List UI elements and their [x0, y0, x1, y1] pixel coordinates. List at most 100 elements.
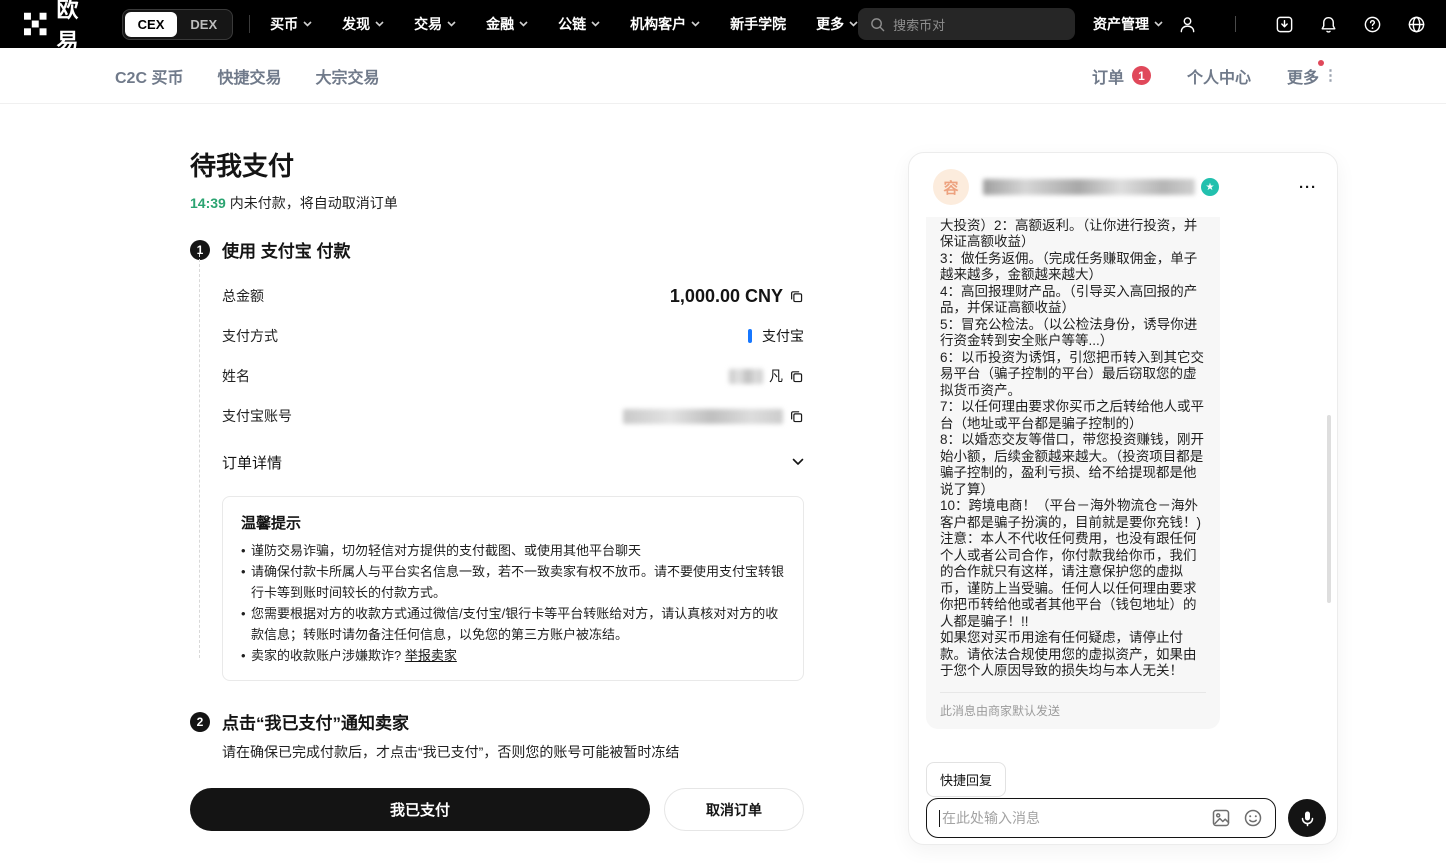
chevron-down-icon	[691, 21, 700, 27]
total-amount-label: 总金额	[222, 286, 264, 306]
total-amount-value: 1,000.00 CNY	[670, 286, 783, 307]
order-details-label: 订单详情	[222, 452, 282, 473]
step2-section: 2 点击“我已支付”通知卖家 请在确保已完成付款后，才点击“我已支付”，否则您的…	[190, 709, 804, 762]
chat-scrollbar[interactable]	[1327, 415, 1331, 603]
payment-method-row: 支付方式 支付宝	[222, 316, 804, 356]
copy-icon[interactable]	[789, 289, 804, 304]
nav-discover[interactable]: 发现	[342, 14, 384, 34]
chat-message-area[interactable]: 骗：1：兼职返佣。（先让你赚小钱，诱导加大投资）2：高额返利。（让你进行投资，并…	[909, 217, 1327, 763]
countdown-text: 14:39 内未付款，将自动取消订单	[190, 193, 804, 213]
nav-chain[interactable]: 公链	[558, 14, 600, 34]
c2c-tabs: C2C 买币 快捷交易 大宗交易	[115, 64, 380, 88]
chevron-down-icon	[792, 458, 804, 466]
help-icon[interactable]	[1362, 14, 1382, 34]
tab-express-trade[interactable]: 快捷交易	[217, 64, 281, 88]
quick-reply-button[interactable]: 快捷回复	[926, 762, 1006, 797]
toggle-dex[interactable]: DEX	[177, 12, 230, 37]
attach-image-icon[interactable]	[1211, 808, 1231, 828]
orders-count-badge: 1	[1132, 66, 1151, 85]
copy-icon[interactable]	[789, 369, 804, 384]
payee-name-masked	[729, 369, 763, 384]
chat-input-row: 在此处输入消息	[926, 798, 1326, 838]
alipay-account-row: 支付宝账号	[222, 396, 804, 436]
auto-message-note: 此消息由商家默认发送	[940, 693, 1206, 719]
topbar-icons	[1177, 14, 1426, 34]
nav-academy[interactable]: 新手学院	[730, 14, 786, 34]
language-globe-icon[interactable]	[1406, 14, 1426, 34]
warm-tip-item: 卖家的收款账户涉嫌欺诈? 举报卖家	[241, 645, 785, 666]
notification-dot	[1318, 60, 1324, 66]
nav-institutions[interactable]: 机构客户	[630, 14, 700, 34]
message-input[interactable]: 在此处输入消息	[926, 798, 1276, 838]
chevron-down-icon	[849, 21, 858, 27]
step2-title: 点击“我已支付”通知卖家	[222, 709, 409, 734]
primary-nav: 买币 发现 交易 金融 公链 机构客户 新手学院 更多	[270, 14, 858, 34]
i-have-paid-button[interactable]: 我已支付	[190, 788, 650, 831]
page-title: 待我支付	[190, 146, 804, 183]
chevron-down-icon	[1154, 21, 1163, 27]
chat-menu-button[interactable]: ···	[1299, 179, 1317, 196]
warm-tip-item: 请确保付款卡所属人与平台实名信息一致，若不一致卖家有权不放币。请不要使用支付宝转…	[241, 561, 785, 603]
step1-title: 使用 支付宝 付款	[222, 237, 350, 262]
step2-number: 2	[190, 712, 210, 732]
chat-header: 容 ★ ···	[909, 153, 1337, 215]
nav-buy-crypto[interactable]: 买币	[270, 14, 312, 34]
tab-block-trade[interactable]: 大宗交易	[315, 64, 379, 88]
merchant-message-text: 骗：1：兼职返佣。（先让你赚小钱，诱导加大投资）2：高额返利。（让你进行投资，并…	[940, 217, 1206, 680]
step-connector-line	[199, 254, 200, 658]
verified-badge-icon: ★	[1201, 178, 1219, 196]
voice-message-button[interactable]	[1288, 799, 1326, 837]
profile-icon[interactable]	[1177, 14, 1197, 34]
topbar-divider	[1235, 16, 1236, 32]
vertical-dots-icon: ⋮	[1323, 71, 1338, 81]
merchant-name-masked	[983, 179, 1195, 195]
order-details-toggle[interactable]: 订单详情	[222, 440, 804, 484]
payee-name-row: 姓名 凡	[222, 356, 804, 396]
chevron-down-icon	[375, 21, 384, 27]
step1-header: 1 使用 支付宝 付款	[190, 237, 804, 262]
report-question: 卖家的收款账户涉嫌欺诈?	[251, 648, 405, 663]
payment-detail-rows: 总金额 1,000.00 CNY 支付方式 支付宝 姓名 凡 支付宝账号	[222, 276, 804, 484]
payment-method-label: 支付方式	[222, 326, 278, 346]
warm-tip-item: 您需要根据对方的收款方式通过微信/支付宝/银行卡等平台转账给对方，请认真核对对方…	[241, 603, 785, 645]
action-buttons: 我已支付 取消订单	[190, 788, 804, 831]
chevron-down-icon	[519, 21, 528, 27]
nav-trade[interactable]: 交易	[414, 14, 456, 34]
nav-finance[interactable]: 金融	[486, 14, 528, 34]
alipay-account-masked	[623, 409, 783, 424]
top-navigation-bar: 欧易 CEX DEX 买币 发现 交易 金融 公链 机构客户 新手学院 更多 搜…	[0, 0, 1446, 48]
subnav-more-link[interactable]: 更多 ⋮	[1287, 64, 1338, 88]
tab-c2c-buy[interactable]: C2C 买币	[115, 64, 183, 88]
search-input[interactable]: 搜索币对	[858, 8, 1075, 40]
assets-menu[interactable]: 资产管理	[1093, 14, 1163, 34]
step1-number: 1	[190, 240, 210, 260]
secondary-navigation-bar: C2C 买币 快捷交易 大宗交易 订单 1 个人中心 更多 ⋮	[0, 48, 1446, 104]
search-icon	[870, 17, 885, 32]
merchant-avatar: 容	[933, 169, 969, 205]
nav-more[interactable]: 更多	[816, 14, 858, 34]
orders-link[interactable]: 订单 1	[1092, 64, 1151, 88]
subnav-right: 订单 1 个人中心 更多 ⋮	[1092, 64, 1338, 88]
warm-tips-box: 温馨提示 谨防交易诈骗，切勿轻信对方提供的支付截图、或使用其他平台聊天 请确保付…	[222, 496, 804, 681]
search-placeholder: 搜索币对	[893, 15, 945, 34]
order-payment-panel: 待我支付 14:39 内未付款，将自动取消订单 1 使用 支付宝 付款 总金额 …	[190, 104, 804, 831]
copy-icon[interactable]	[789, 409, 804, 424]
payment-method-value: 支付宝	[762, 326, 804, 346]
text-caret	[939, 810, 940, 827]
emoji-icon[interactable]	[1243, 808, 1263, 828]
message-input-placeholder: 在此处输入消息	[942, 808, 1199, 828]
cancel-order-button[interactable]: 取消订单	[664, 788, 804, 831]
chevron-down-icon	[447, 21, 456, 27]
toggle-cex[interactable]: CEX	[125, 12, 178, 37]
payee-name-suffix: 凡	[769, 366, 783, 386]
profile-center-link[interactable]: 个人中心	[1187, 64, 1251, 88]
chevron-down-icon	[591, 21, 600, 27]
cex-dex-toggle[interactable]: CEX DEX	[122, 9, 233, 40]
alipay-account-label: 支付宝账号	[222, 406, 292, 426]
notifications-bell-icon[interactable]	[1318, 14, 1338, 34]
okx-logo-icon	[24, 12, 47, 36]
topbar-divider	[249, 15, 250, 33]
report-seller-link[interactable]: 举报卖家	[405, 648, 457, 663]
alipay-icon	[748, 329, 752, 343]
download-app-icon[interactable]	[1274, 14, 1294, 34]
